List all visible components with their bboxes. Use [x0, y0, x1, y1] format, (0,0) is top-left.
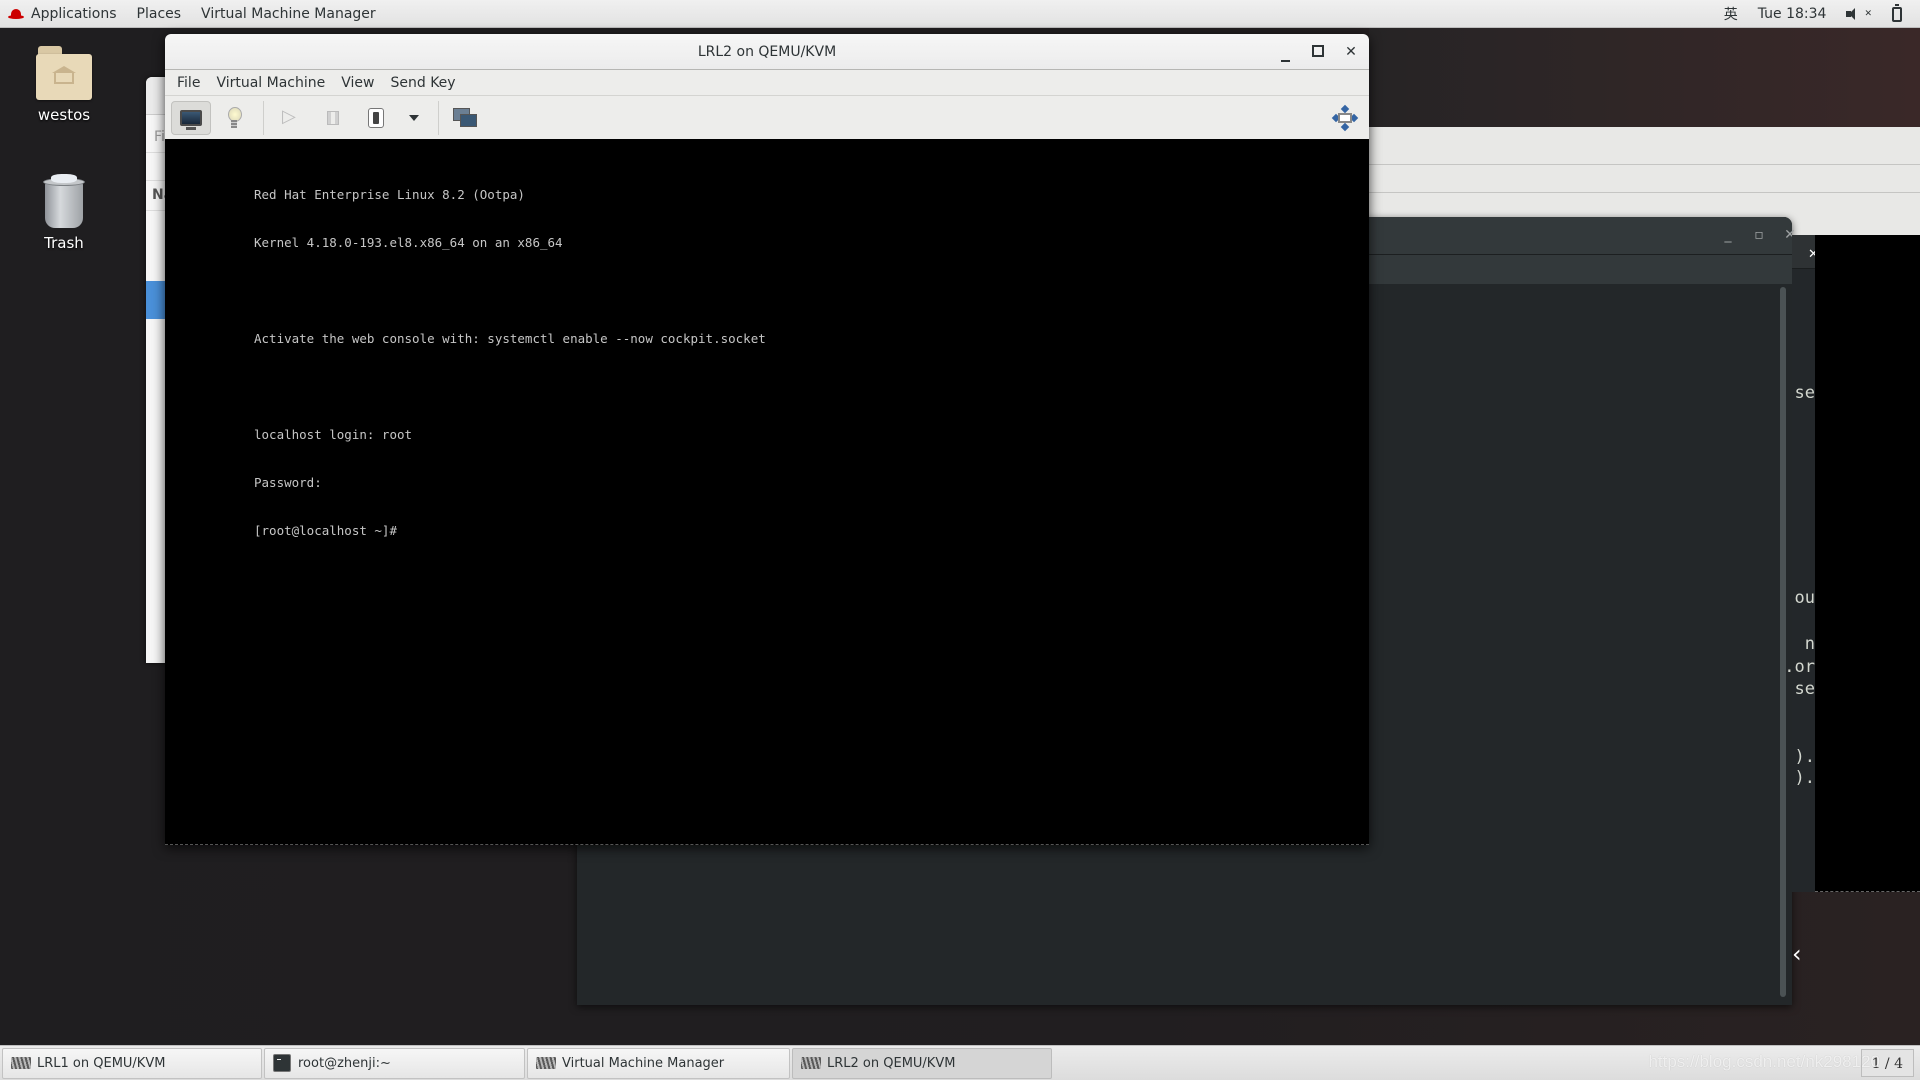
wallpaper-region: [1369, 28, 1920, 127]
taskbar-item-lrl1[interactable]: LRL1 on QEMU/KVM: [2, 1047, 262, 1079]
background-vm-console: [1815, 235, 1920, 892]
console-line: localhost login: root: [254, 427, 413, 442]
watermark: https://blog.csdn.net/nk298120: [1648, 1052, 1880, 1071]
fullscreen-button[interactable]: [445, 101, 485, 135]
volume-muted-icon[interactable]: ✕: [1836, 0, 1882, 28]
taskbar-item-label: Virtual Machine Manager: [562, 1055, 725, 1071]
taskbar-item-label: LRL1 on QEMU/KVM: [37, 1055, 166, 1071]
trash-icon: [43, 174, 85, 228]
console-output: Red Hat Enterprise Linux 8.2 (Ootpa) Ker…: [254, 155, 766, 571]
vmm-icon: [536, 1057, 556, 1069]
resize-to-vm-icon[interactable]: [1331, 104, 1359, 132]
vmm-icon: [801, 1057, 821, 1069]
monitor-icon: [180, 109, 202, 130]
chevron-down-icon: [409, 114, 419, 121]
desktop-icon-westos[interactable]: westos: [9, 46, 119, 124]
taskbar-item-label: LRL2 on QEMU/KVM: [827, 1055, 956, 1071]
terminal-maximize-button[interactable]: ▫: [1749, 225, 1769, 245]
maximize-button[interactable]: [1303, 34, 1333, 70]
menu-file[interactable]: File: [169, 70, 208, 96]
terminal-text-fragment: n: [1804, 634, 1815, 654]
window-titlebar[interactable]: LRL2 on QEMU/KVM ✕: [165, 34, 1369, 70]
applications-menu[interactable]: Applications: [0, 0, 127, 28]
taskbar-item-label: root@zhenji:~: [298, 1055, 391, 1071]
menu-bar: File Virtual Machine View Send Key: [165, 70, 1369, 96]
vm-console-window[interactable]: LRL2 on QEMU/KVM ✕ File Virtual Machine …: [165, 34, 1369, 845]
redhat-logo-icon: [8, 8, 24, 19]
window-list-taskbar: LRL1 on QEMU/KVM root@zhenji:~ Virtual M…: [0, 1045, 1920, 1080]
guest-console-display[interactable]: Red Hat Enterprise Linux 8.2 (Ootpa) Ker…: [165, 139, 1369, 845]
run-button[interactable]: [270, 101, 310, 135]
terminal-text-fragment: ).: [1794, 747, 1815, 767]
terminal-text-fragment: ).: [1794, 768, 1815, 788]
status-area: 英 Tue 18:34 ✕: [1714, 0, 1912, 28]
taskbar-item-lrl2[interactable]: LRL2 on QEMU/KVM: [792, 1047, 1052, 1079]
terminal-text-fragment: se: [1794, 383, 1815, 403]
terminal-icon: [273, 1054, 291, 1072]
home-folder-icon: [36, 46, 92, 100]
vmm-icon: [11, 1057, 31, 1069]
menu-view[interactable]: View: [333, 70, 382, 96]
taskbar-item-virt-manager[interactable]: Virtual Machine Manager: [527, 1047, 790, 1079]
app-menu-label: Virtual Machine Manager: [201, 5, 376, 22]
taskbar-item-terminal[interactable]: root@zhenji:~: [264, 1047, 525, 1079]
background-terminal-window-2[interactable]: ✕ se ou n .or se ). ).: [1784, 235, 1819, 892]
places-menu[interactable]: Places: [127, 0, 192, 28]
minimize-button[interactable]: [1270, 34, 1300, 70]
close-button[interactable]: ✕: [1336, 34, 1366, 70]
top-bar: Applications Places Virtual Machine Mana…: [0, 0, 1920, 28]
terminal-text-fragment: se: [1794, 679, 1815, 699]
console-line: Activate the web console with: systemctl…: [254, 331, 766, 346]
window-title: LRL2 on QEMU/KVM: [697, 44, 837, 60]
terminal-text-fragment: .or: [1784, 657, 1815, 677]
clock[interactable]: Tue 18:34: [1748, 0, 1837, 28]
console-line: Password:: [254, 475, 322, 490]
play-icon: [282, 106, 296, 127]
show-details-button[interactable]: [214, 101, 254, 135]
power-switch-icon: [368, 107, 384, 128]
menu-send-key[interactable]: Send Key: [382, 70, 463, 96]
toolbar-separator: [263, 100, 264, 135]
lightbulb-icon: [228, 106, 242, 129]
toolbar: [165, 96, 1369, 139]
places-menu-label: Places: [136, 5, 182, 22]
pause-icon: [327, 110, 339, 125]
console-prompt: [root@localhost ~]#: [254, 523, 397, 538]
shutdown-menu-button[interactable]: [399, 101, 429, 135]
shutdown-button[interactable]: [356, 101, 396, 135]
console-line: Kernel 4.18.0-193.el8.x86_64 on an x86_6…: [254, 235, 563, 250]
app-menu-virtual-machine-manager[interactable]: Virtual Machine Manager: [191, 0, 386, 28]
input-method-indicator[interactable]: 英: [1714, 0, 1748, 28]
battery-icon[interactable]: [1882, 0, 1912, 28]
screens-icon: [453, 107, 477, 128]
show-console-button[interactable]: [171, 100, 211, 135]
desktop-icon-label: Trash: [44, 234, 84, 252]
terminal-text-fragment: ou: [1794, 588, 1815, 608]
pause-button[interactable]: [313, 101, 353, 135]
terminal-scrollbar[interactable]: [1780, 287, 1786, 997]
desktop-icon-label: westos: [37, 106, 91, 124]
menu-virtual-machine[interactable]: Virtual Machine: [208, 70, 333, 96]
desktop-icon-trash[interactable]: Trash: [9, 174, 119, 252]
close-icon[interactable]: ✕: [1792, 235, 1819, 269]
terminal-minimize-button[interactable]: _: [1718, 225, 1738, 245]
toolbar-separator: [438, 100, 439, 135]
chevron-left-icon[interactable]: ‹: [1792, 940, 1802, 968]
applications-menu-label: Applications: [31, 5, 117, 22]
console-line: Red Hat Enterprise Linux 8.2 (Ootpa): [254, 187, 525, 202]
